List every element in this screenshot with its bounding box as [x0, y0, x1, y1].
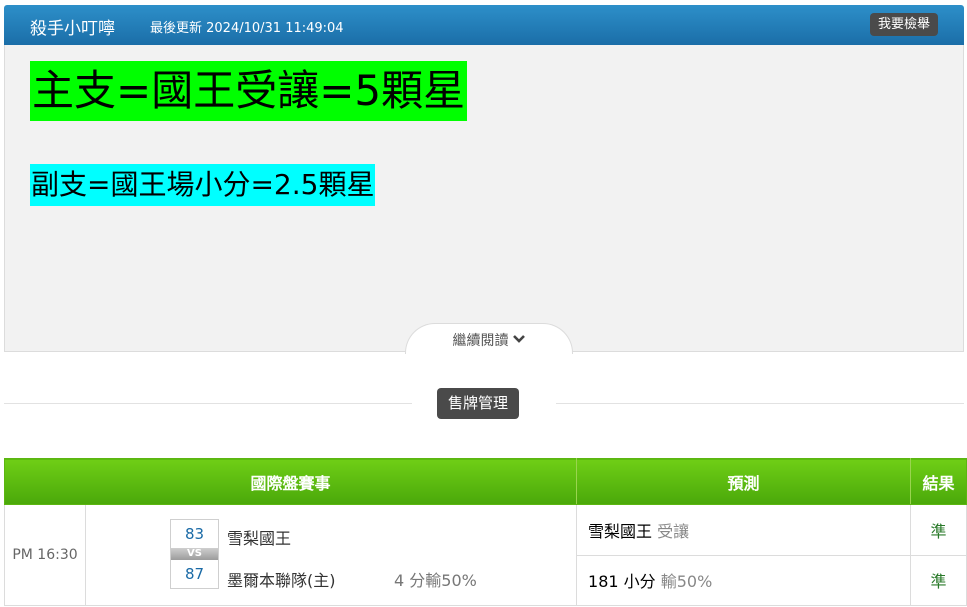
prediction-pick: 181 小分	[588, 572, 656, 592]
header-result: 結果	[910, 458, 967, 505]
report-button[interactable]: 我要檢舉	[869, 13, 938, 36]
score-box: 83 VS 87	[170, 519, 219, 589]
prediction-type: 受讓	[657, 521, 690, 541]
prediction-cell: 雪梨國王 受讓	[576, 504, 912, 556]
result-cell: 準	[910, 504, 967, 556]
prediction-table: 國際盤賽事 預測 結果 PM 16:30 83 VS 87 雪梨國王 墨爾本聯隊…	[3, 458, 967, 606]
main-pick-text: 主支=國王受讓=5顆星	[30, 61, 468, 121]
vs-badge: VS	[171, 548, 218, 560]
match-time: PM 16:30	[4, 504, 86, 606]
author-name[interactable]: 殺手小叮嚀	[30, 14, 115, 39]
away-score: 83	[184, 525, 205, 543]
home-score: 87	[184, 565, 205, 583]
handicap-result: 4 分輸50%	[394, 571, 477, 590]
secondary-pick-text: 副支=國王場小分=2.5顆星	[30, 164, 376, 206]
read-more-button[interactable]: 繼續閱讀	[405, 323, 573, 354]
prediction-type: 輸50%	[660, 572, 713, 592]
prediction-cell: 181 小分 輸50%	[576, 554, 912, 606]
result-cell: 準	[910, 554, 967, 606]
prediction-pick: 雪梨國王	[588, 521, 653, 541]
last-updated-text: 最後更新 2024/10/31 11:49:04	[150, 21, 344, 36]
chevron-down-icon	[512, 323, 526, 357]
header-prediction: 預測	[576, 458, 912, 505]
article-content: 主支=國王受讓=5顆星 副支=國王場小分=2.5顆星 繼續閱讀	[4, 45, 964, 354]
table-row: PM 16:30 83 VS 87 雪梨國王 墨爾本聯隊(主) 4 分輸50% …	[4, 504, 967, 606]
header-match: 國際盤賽事	[3, 458, 578, 505]
sales-management-tab[interactable]: 售牌管理	[437, 388, 520, 419]
match-info: 83 VS 87 雪梨國王 墨爾本聯隊(主) 4 分輸50%	[84, 504, 578, 606]
home-team: 墨爾本聯隊(主)	[227, 571, 336, 590]
read-more-label: 繼續閱讀	[452, 333, 509, 349]
away-team: 雪梨國王	[227, 529, 292, 548]
table-header-row: 國際盤賽事 預測 結果	[3, 458, 967, 505]
article-header-bar: 殺手小叮嚀 最後更新 2024/10/31 11:49:04 我要檢舉	[4, 5, 964, 45]
